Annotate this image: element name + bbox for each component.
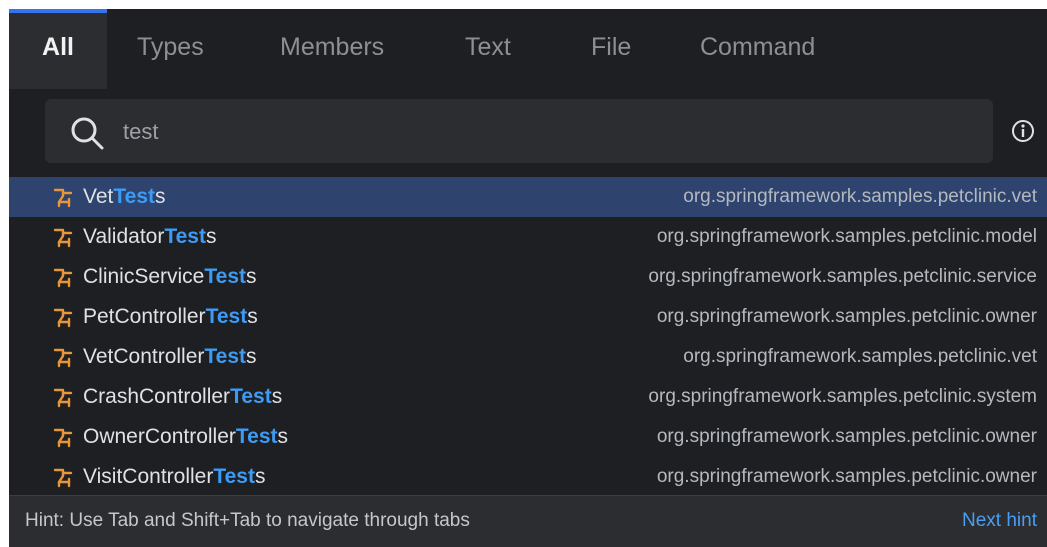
name-prefix: ClinicService xyxy=(83,265,205,288)
result-package: org.springframework.samples.petclinic.ow… xyxy=(656,426,1037,447)
result-package: org.springframework.samples.petclinic.ve… xyxy=(683,346,1037,367)
tab-members[interactable]: Members xyxy=(280,9,384,89)
result-row[interactable]: CrashControllerTests org.springframework.… xyxy=(9,377,1047,417)
hint-text: Hint: Use Tab and Shift+Tab to navigate … xyxy=(25,510,470,531)
test-class-icon xyxy=(51,386,75,408)
result-package: org.springframework.samples.petclinic.se… xyxy=(648,266,1037,287)
name-match: Test xyxy=(213,465,255,488)
result-row[interactable]: VetControllerTests org.springframework.sa… xyxy=(9,337,1047,377)
name-prefix: VetController xyxy=(83,345,205,368)
result-package: org.springframework.samples.petclinic.ow… xyxy=(656,466,1037,487)
result-row[interactable]: OwnerControllerTests org.springframework.… xyxy=(9,417,1047,457)
result-row[interactable]: ValidatorTests org.springframework.sample… xyxy=(9,217,1047,257)
name-match: Test xyxy=(235,425,278,448)
result-package: org.springframework.samples.petclinic.ve… xyxy=(683,186,1037,207)
tab-bar: All Types Members Text File Command xyxy=(9,9,1047,89)
result-name: PetControllerTests xyxy=(83,297,258,337)
name-prefix: OwnerController xyxy=(83,425,236,448)
results-list: VetTests org.springframework.samples.petc… xyxy=(9,177,1047,495)
name-match: Test xyxy=(205,305,248,328)
result-row[interactable]: ClinicServiceTests org.springframework.sa… xyxy=(9,257,1047,297)
test-class-icon xyxy=(51,306,75,328)
test-class-icon xyxy=(51,266,75,288)
hint-bar: Hint: Use Tab and Shift+Tab to navigate … xyxy=(9,495,1047,547)
name-prefix: PetController xyxy=(83,305,206,328)
search-field[interactable] xyxy=(45,99,993,163)
test-class-icon xyxy=(51,466,75,488)
tab-file[interactable]: File xyxy=(591,9,631,89)
name-match: Test xyxy=(113,185,155,208)
name-match: Test xyxy=(204,265,246,288)
name-match: Test xyxy=(230,385,272,408)
result-row[interactable]: PetControllerTests org.springframework.sa… xyxy=(9,297,1047,337)
tab-text[interactable]: Text xyxy=(465,9,511,89)
name-suffix: s xyxy=(246,345,257,368)
search-icon xyxy=(71,117,104,150)
name-prefix: CrashController xyxy=(83,385,231,408)
result-name: ClinicServiceTests xyxy=(83,257,257,297)
name-prefix: Vet xyxy=(83,185,114,208)
result-package: org.springframework.samples.petclinic.mo… xyxy=(656,226,1037,247)
name-match: Test xyxy=(204,345,247,368)
result-name: VisitControllerTests xyxy=(83,457,265,495)
name-match: Test xyxy=(164,225,206,248)
name-suffix: s xyxy=(271,385,283,408)
next-hint-link[interactable]: Next hint xyxy=(962,496,1037,546)
result-row[interactable]: VetTests org.springframework.samples.petc… xyxy=(9,177,1047,217)
search-input[interactable] xyxy=(121,107,985,157)
tab-all[interactable]: All xyxy=(9,9,107,89)
search-everywhere-popup: All Types Members Text File Command VetT… xyxy=(9,9,1047,547)
result-name: ValidatorTests xyxy=(83,217,216,257)
result-package: org.springframework.samples.petclinic.sy… xyxy=(648,386,1037,407)
tab-command[interactable]: Command xyxy=(700,9,815,89)
name-prefix: Validator xyxy=(83,225,165,248)
name-suffix: s xyxy=(155,185,166,208)
test-class-icon xyxy=(51,226,75,248)
name-suffix: s xyxy=(254,465,266,488)
result-row[interactable]: VisitControllerTests org.springframework.… xyxy=(9,457,1047,495)
info-icon[interactable] xyxy=(1011,119,1035,143)
tab-types[interactable]: Types xyxy=(137,9,204,89)
test-class-icon xyxy=(51,186,75,208)
test-class-icon xyxy=(51,426,75,448)
name-suffix: s xyxy=(246,265,257,288)
result-name: CrashControllerTests xyxy=(83,377,282,417)
result-name: VetTests xyxy=(83,177,166,217)
result-name: VetControllerTests xyxy=(83,337,257,377)
name-suffix: s xyxy=(277,425,289,448)
name-prefix: VisitController xyxy=(83,465,214,488)
result-name: OwnerControllerTests xyxy=(83,417,288,457)
test-class-icon xyxy=(51,346,75,368)
result-package: org.springframework.samples.petclinic.ow… xyxy=(656,306,1037,327)
name-suffix: s xyxy=(247,305,258,328)
name-suffix: s xyxy=(205,225,217,248)
